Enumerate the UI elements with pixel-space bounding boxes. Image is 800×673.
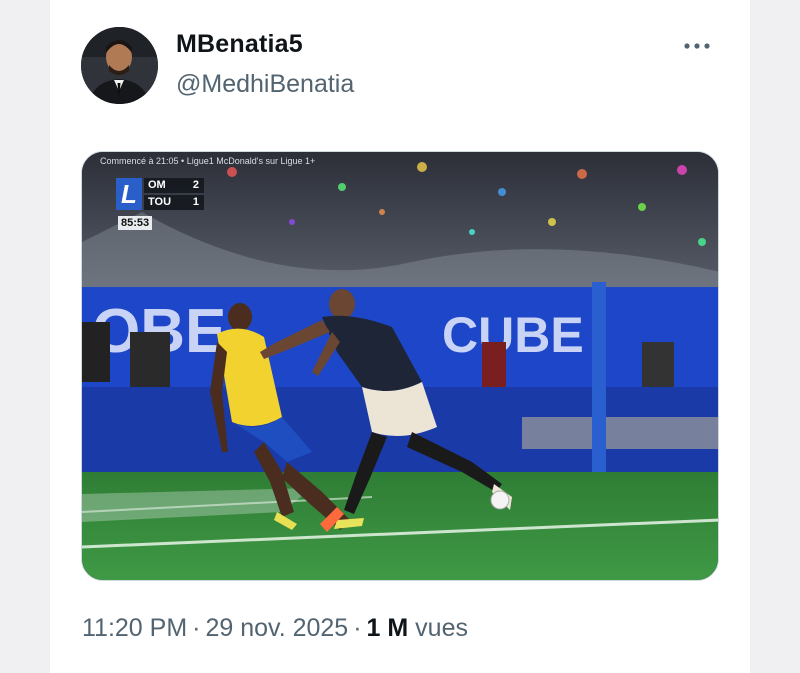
author-display-name[interactable]: MBenatia5 — [176, 30, 303, 59]
views-label: vues — [415, 614, 468, 642]
match-photo: OBE CUBE — [82, 152, 718, 580]
away-team: TOU — [148, 196, 172, 208]
tweet-media-image[interactable]: OBE CUBE Commencé à 21:05 • Ligue1 McDon… — [81, 151, 719, 581]
profile-photo — [81, 27, 158, 104]
ad-board-right: CUBE — [442, 307, 584, 363]
scoreboard-away-row: TOU 1 — [144, 195, 204, 210]
more-options-icon — [684, 43, 710, 49]
match-clock: 85:53 — [118, 216, 153, 230]
broadcast-label: Commencé à 21:05 • Ligue1 McDonald's sur… — [100, 156, 316, 166]
scoreboard-home-row: OM 2 — [144, 178, 204, 193]
meta-separator: · — [192, 614, 201, 642]
author-avatar[interactable] — [81, 27, 158, 104]
tweet-card: MBenatia5 @MedhiBenatia OBE CUBE Commenc… — [50, 0, 750, 673]
home-team: OM — [148, 179, 166, 191]
tweet-meta: 11:20 PM · 29 nov. 2025 · 1 M vues — [82, 614, 468, 643]
author-handle[interactable]: @MedhiBenatia — [176, 70, 354, 99]
views-count[interactable]: 1 M — [367, 614, 409, 642]
football — [490, 490, 510, 510]
more-options-button[interactable] — [677, 28, 717, 64]
tweet-time[interactable]: 11:20 PM — [82, 614, 187, 642]
home-score: 2 — [192, 179, 199, 191]
away-score: 1 — [192, 196, 199, 208]
league-logo-icon: L — [116, 178, 142, 210]
meta-separator: · — [353, 614, 362, 642]
tweet-date[interactable]: 29 nov. 2025 — [205, 614, 348, 642]
